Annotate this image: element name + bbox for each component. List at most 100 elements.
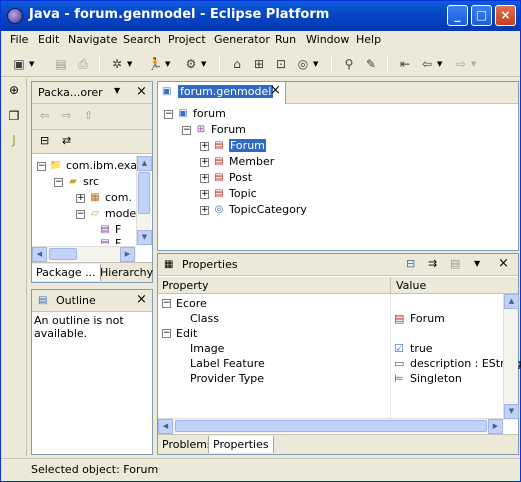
tree-item-project[interactable]: − 📁 com.ibm.exa (37, 158, 136, 174)
chevron-down-icon[interactable]: ▼ (29, 56, 34, 72)
close-button[interactable]: × (495, 5, 516, 26)
close-editor-icon[interactable]: × (270, 83, 281, 98)
property-row-class[interactable]: Class ▤ Forum (158, 311, 503, 326)
print-icon[interactable]: ⎙ (75, 56, 91, 72)
genmodel-tree: − ▣ forum − ⊞ Forum + ▤ Forum + ▤ Member + ▤ Post … (158, 104, 518, 250)
property-row-provider-type[interactable]: Provider Type ⊨ Singleton (158, 371, 503, 386)
genmodel-icon: ▣ (178, 108, 188, 119)
status-bar: Selected object: Forum (1, 458, 520, 481)
horizontal-scrollbar[interactable]: ◀ ▶ (32, 246, 136, 262)
open-type-icon[interactable]: ◎ (295, 56, 311, 72)
last-edit-location-icon[interactable]: ⇤ (397, 56, 413, 72)
tree-item-class-post[interactable]: + ▤ Post (200, 170, 252, 186)
show-categories-icon[interactable]: ⊟ (406, 257, 415, 270)
project-icon: 📁 (49, 160, 63, 171)
menu-bar: File Edit Navigate Search Project Genera… (1, 31, 520, 50)
outline-message: An outline is not available. (34, 314, 124, 340)
outline-title: Outline (56, 294, 96, 307)
editor-tab-bar: ▣ forum.genmodel × (158, 82, 518, 104)
run-icon[interactable]: 🏃 (147, 56, 163, 72)
package-explorer-view: Packa...orer ▼ × ⇦ ⇨ ⇧ ⊟ ⇄ − 📁 com.ibm.exa… (31, 81, 153, 283)
package-explorer-header: Packa...orer ▼ × (32, 82, 152, 104)
property-row-label-feature[interactable]: Label Feature ▭ description : EString (158, 356, 521, 371)
annotation-icon[interactable]: ✎ (363, 56, 379, 72)
open-perspective-icon[interactable]: ⊕ (6, 82, 22, 98)
resource-perspective-icon[interactable]: ❐ (6, 108, 22, 124)
property-row-edit[interactable]: − Edit (158, 326, 503, 341)
tree-item-class-forum[interactable]: + ▤ Forum (200, 138, 266, 154)
collapse-all-icon[interactable]: ⊟ (40, 134, 49, 147)
attribute-icon: ▭ (394, 357, 405, 370)
eclipse-app-icon[interactable] (7, 8, 23, 24)
restore-default-icon[interactable]: ▤ (450, 257, 460, 270)
menu-run[interactable]: Run (275, 33, 296, 46)
view-menu-icon[interactable]: ▼ (114, 86, 120, 95)
back-icon[interactable]: ⇦ (419, 56, 435, 72)
chevron-down-icon[interactable]: ▼ (313, 56, 318, 72)
vertical-scrollbar[interactable]: ▲ ▼ (503, 294, 519, 420)
tree-item-forum-package[interactable]: − ⊞ Forum (182, 122, 246, 138)
link-with-editor-icon[interactable]: ⇄ (62, 134, 71, 147)
chevron-down-icon[interactable]: ▼ (471, 56, 476, 72)
column-value[interactable]: Value (396, 279, 426, 292)
forward-icon[interactable]: ⇨ (453, 56, 469, 72)
tree-item-forum-root[interactable]: − ▣ forum (164, 106, 226, 122)
forward-icon[interactable]: ⇨ (62, 109, 71, 122)
close-view-icon[interactable]: × (498, 256, 509, 271)
search-icon[interactable]: ⚲ (341, 56, 357, 72)
view-menu-icon[interactable]: ▼ (474, 259, 480, 268)
debug-icon[interactable]: ✲ (109, 56, 125, 72)
new-java-project-icon[interactable]: ⌂ (229, 56, 245, 72)
menu-window[interactable]: Window (306, 33, 349, 46)
horizontal-scrollbar[interactable]: ◀ ▶ (158, 418, 503, 434)
close-view-icon[interactable]: × (136, 292, 147, 307)
class-icon: ▤ (214, 172, 224, 183)
tree-item-class-topic[interactable]: + ▤ Topic (200, 186, 257, 202)
tree-item-model[interactable]: − ▱ mode (76, 206, 136, 222)
new-wizard-icon[interactable]: ▣ (11, 56, 27, 72)
new-class-icon[interactable]: ⊡ (273, 56, 289, 72)
outline-icon: ▤ (38, 295, 48, 306)
menu-edit[interactable]: Edit (38, 33, 59, 46)
filter-icon[interactable]: ⇉ (428, 257, 437, 270)
menu-file[interactable]: File (10, 33, 28, 46)
menu-navigate[interactable]: Navigate (68, 33, 117, 46)
genmodel-icon: ▣ (162, 86, 172, 97)
chevron-down-icon[interactable]: ▼ (127, 56, 132, 72)
properties-header: ▦ Properties ⊟ ⇉ ▤ ▼ × (158, 254, 518, 276)
tab-package-explorer[interactable]: Package ... (32, 264, 101, 281)
new-package-icon[interactable]: ⊞ (251, 56, 267, 72)
editor-tab[interactable]: ▣ forum.genmodel × (158, 82, 286, 104)
chevron-down-icon[interactable]: ▼ (165, 56, 170, 72)
chevron-down-icon[interactable]: ▼ (201, 56, 206, 72)
save-icon[interactable]: ▤ (53, 56, 69, 72)
minimize-button[interactable]: _ (447, 5, 468, 26)
vertical-scrollbar[interactable]: ▲ ▼ (136, 156, 152, 246)
editor-tab-label: forum.genmodel (178, 85, 274, 98)
tree-item-file-2[interactable]: ▤ F (98, 236, 121, 244)
maximize-button[interactable]: □ (471, 5, 492, 26)
tab-properties[interactable]: Properties (208, 436, 274, 453)
property-row-ecore[interactable]: − Ecore (158, 296, 503, 311)
folder-icon: ▱ (91, 208, 99, 219)
close-view-icon[interactable]: × (136, 84, 147, 99)
package-explorer-toolbar: ⇦ ⇨ ⇧ (32, 104, 152, 130)
tree-item-class-member[interactable]: + ▤ Member (200, 154, 274, 170)
package-tree: − 📁 com.ibm.exa − ▰ src + ▦ com. − ▱ mode ▤ F ▤ F (32, 156, 136, 244)
back-icon[interactable]: ⇦ (40, 109, 49, 122)
menu-project[interactable]: Project (168, 33, 206, 46)
menu-search[interactable]: Search (123, 33, 161, 46)
tree-item-src[interactable]: − ▰ src (54, 174, 99, 190)
java-perspective-icon[interactable]: J (6, 132, 22, 148)
property-row-image[interactable]: Image ☑ true (158, 341, 503, 356)
column-property[interactable]: Property (162, 279, 209, 292)
menu-help[interactable]: Help (356, 33, 381, 46)
tab-hierarchy[interactable]: Hierarchy (96, 264, 157, 281)
up-icon[interactable]: ⇧ (84, 109, 93, 122)
tree-item-package[interactable]: + ▦ com. (76, 190, 132, 206)
eclipse-window: Java - forum.genmodel - Eclipse Platform… (0, 0, 521, 482)
external-tools-icon[interactable]: ⚙ (183, 56, 199, 72)
menu-generator[interactable]: Generator (214, 33, 270, 46)
chevron-down-icon[interactable]: ▼ (437, 56, 442, 72)
tree-item-enum-topiccategory[interactable]: + ◎ TopicCategory (200, 202, 307, 218)
